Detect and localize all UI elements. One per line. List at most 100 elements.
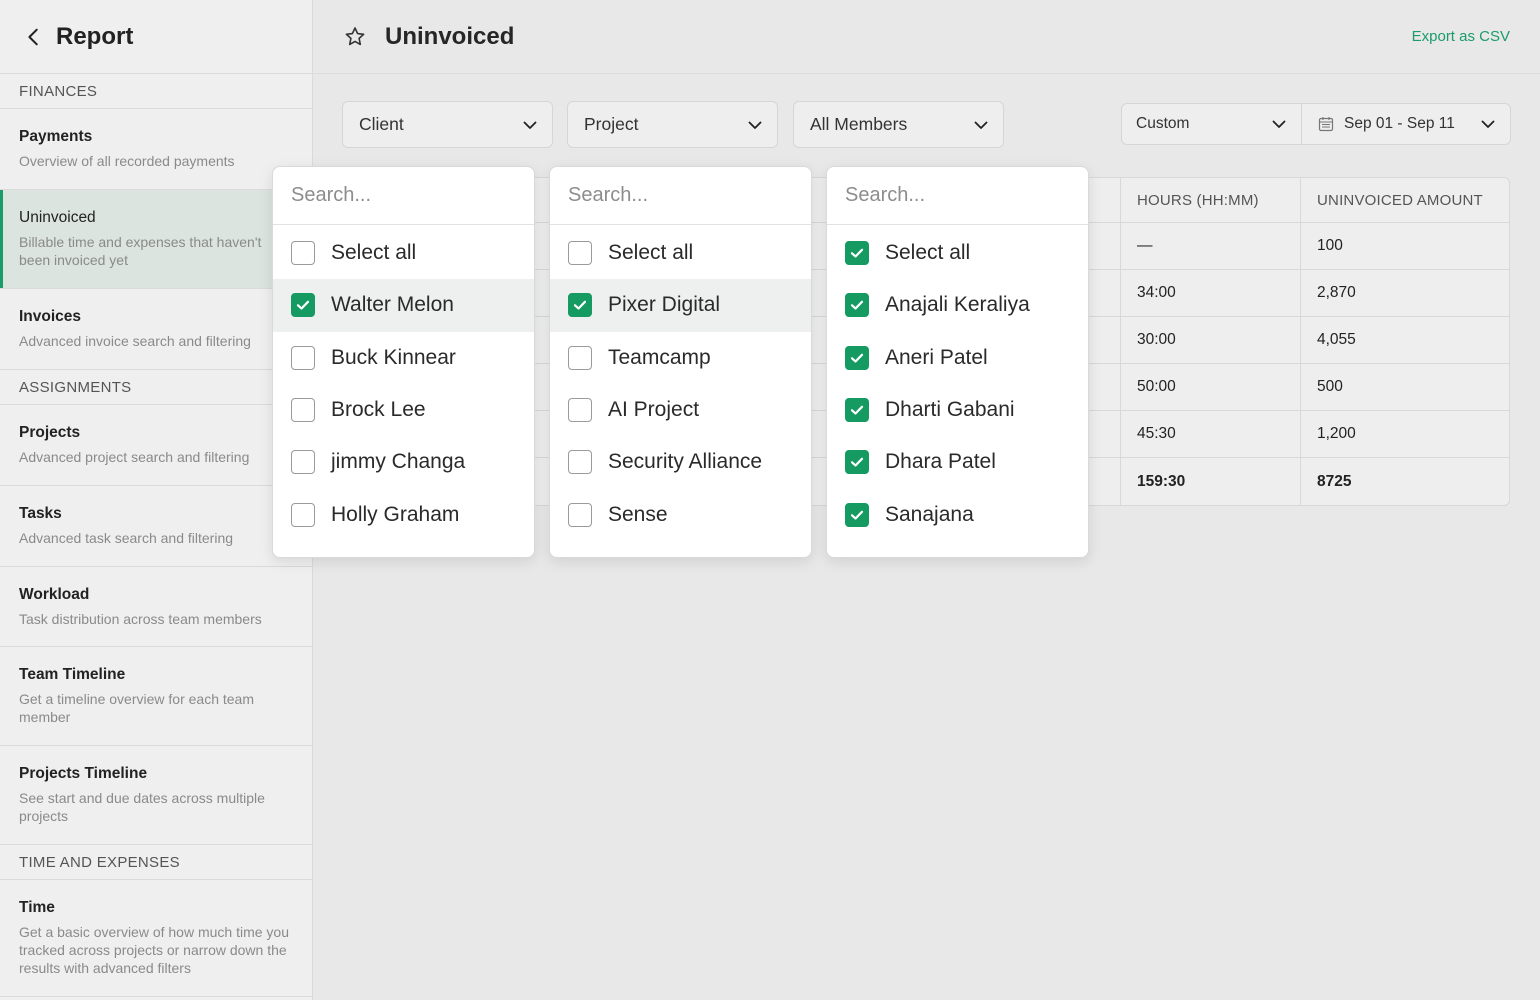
checkbox-checked[interactable] [845,502,869,527]
checkbox[interactable] [568,502,592,527]
members-option[interactable]: Sanajana [827,488,1088,540]
header-cell-amount[interactable]: UNINVOICED AMOUNT [1301,178,1509,222]
project-search-input[interactable] [568,184,788,207]
date-range-picker: Custom Sep 01 - Sep 11 [1121,103,1511,145]
sidebar-item-time[interactable]: Time Get a basic overview of how much ti… [0,880,312,997]
chevron-down-icon [974,121,988,129]
star-icon[interactable] [343,24,369,50]
checkbox[interactable] [568,345,592,370]
members-option[interactable]: Anajali Keraliya [827,279,1088,331]
range-type-label: Custom [1136,115,1190,132]
checkbox-checked[interactable] [845,345,869,370]
checkbox[interactable] [291,450,315,475]
sidebar-item-projects-timeline[interactable]: Projects Timeline See start and due date… [0,746,312,845]
option-label: Pixer Digital [608,293,721,317]
client-option[interactable]: Walter Melon [273,279,534,332]
sidebar-item-title: Uninvoiced [19,209,96,226]
project-option-select-all[interactable]: Select all [550,227,811,279]
project-option[interactable]: Security Alliance [550,436,811,488]
project-option[interactable]: Sense [550,488,811,540]
checkbox[interactable] [568,241,592,266]
cell-amount: 1,200 [1317,425,1356,442]
back-chevron-icon[interactable] [22,25,46,49]
checkbox[interactable] [291,345,315,370]
client-filter-select[interactable]: Client [342,101,553,148]
client-filter-label: Client [359,114,404,134]
checkbox-checked[interactable] [845,241,869,266]
sidebar-item-title: Workload [19,585,90,603]
checkmark-icon [296,301,310,311]
project-search [550,167,811,225]
option-label: AI Project [608,398,700,422]
members-option[interactable]: Dharti Gabani [827,384,1088,436]
client-search-input[interactable] [291,184,511,207]
checkmark-icon [850,248,864,258]
cell-hours: 45:30 [1121,411,1301,457]
checkmark-icon [850,405,864,415]
section-assignments: ASSIGNMENTS [0,370,312,405]
members-option[interactable]: Aneri Patel [827,332,1088,384]
header-cell-hours[interactable]: HOURS (HH:MM) [1121,178,1301,222]
option-label: Dharti Gabani [885,398,1015,422]
client-option[interactable]: jimmy Changa [273,436,534,488]
sidebar-item-team-timeline[interactable]: Team Timeline Get a timeline overview fo… [0,647,312,746]
checkbox-checked[interactable] [568,293,592,318]
cell-hours: 30:00 [1121,317,1301,363]
export-csv-link[interactable]: Export as CSV [1412,28,1510,45]
checkbox[interactable] [568,398,592,423]
range-type-select[interactable]: Custom [1122,104,1302,144]
option-label: Holly Graham [331,502,460,526]
checkbox[interactable] [291,241,315,266]
checkbox-checked[interactable] [845,398,869,423]
sidebar-item-uninvoiced[interactable]: Uninvoiced Billable time and expenses th… [0,190,312,289]
cell-hours: — [1121,223,1301,269]
client-option[interactable]: Holly Graham [273,488,534,540]
members-option[interactable]: Dhara Patel [827,436,1088,488]
checkbox[interactable] [291,398,315,423]
sidebar-item-invoices[interactable]: Invoices Advanced invoice search and fil… [0,289,312,370]
project-option[interactable]: Pixer Digital [550,279,811,332]
sidebar-item-desc: Advanced task search and filtering [19,530,234,546]
checkmark-icon [850,353,864,363]
date-range-label: Sep 01 - Sep 11 [1344,115,1455,132]
option-label: Walter Melon [331,293,454,317]
project-filter-select[interactable]: Project [567,101,778,148]
sidebar-item-workload[interactable]: Workload Task distribution across team m… [0,567,312,647]
sidebar-item-title: Time [19,899,55,916]
client-option[interactable]: Brock Lee [273,384,534,436]
members-option-select-all[interactable]: Select all [827,227,1088,279]
sidebar-item-desc: Get a timeline overview for each team me… [19,691,254,725]
sidebar-item-title: Payments [19,128,93,145]
sidebar-item-desc: Overview of all recorded payments [19,153,235,169]
project-option[interactable]: Teamcamp [550,332,811,384]
checkbox-checked[interactable] [845,450,869,475]
option-label: Security Alliance [608,450,763,474]
sidebar-item-payments[interactable]: Payments Overview of all recorded paymen… [0,109,312,190]
option-label: Select all [885,241,971,265]
members-search-input[interactable] [845,184,1065,207]
checkbox[interactable] [291,502,315,527]
sidebar-item-projects[interactable]: Projects Advanced project search and fil… [0,405,312,486]
cell-hours-total: 159:30 [1121,458,1301,505]
checkbox-checked[interactable] [291,293,315,318]
client-dropdown-panel: Select all Walter Melon Buck Kinnear Bro… [272,166,535,558]
sidebar-item-desc: See start and due dates across multiple … [19,790,265,824]
sidebar-item-title: Team Timeline [19,666,126,683]
checkbox-checked[interactable] [845,293,869,318]
chevron-down-icon [1481,120,1495,128]
members-filter-select[interactable]: All Members [793,101,1004,148]
option-label: Sanajana [885,502,974,526]
option-label: Select all [331,241,417,265]
client-option-select-all[interactable]: Select all [273,227,534,279]
members-dropdown-panel: Select all Anajali Keraliya Aneri Patel … [826,166,1089,558]
chevron-down-icon [523,121,537,129]
cell-amount-total: 8725 [1317,472,1352,490]
project-option[interactable]: AI Project [550,384,811,436]
date-range-select[interactable]: Sep 01 - Sep 11 [1302,104,1510,144]
option-label: Brock Lee [331,398,426,422]
sidebar-item-tasks[interactable]: Tasks Advanced task search and filtering [0,486,312,567]
checkbox[interactable] [568,450,592,475]
client-option[interactable]: Buck Kinnear [273,332,534,384]
option-label: Anajali Keraliya [885,293,1030,317]
client-search [273,167,534,225]
